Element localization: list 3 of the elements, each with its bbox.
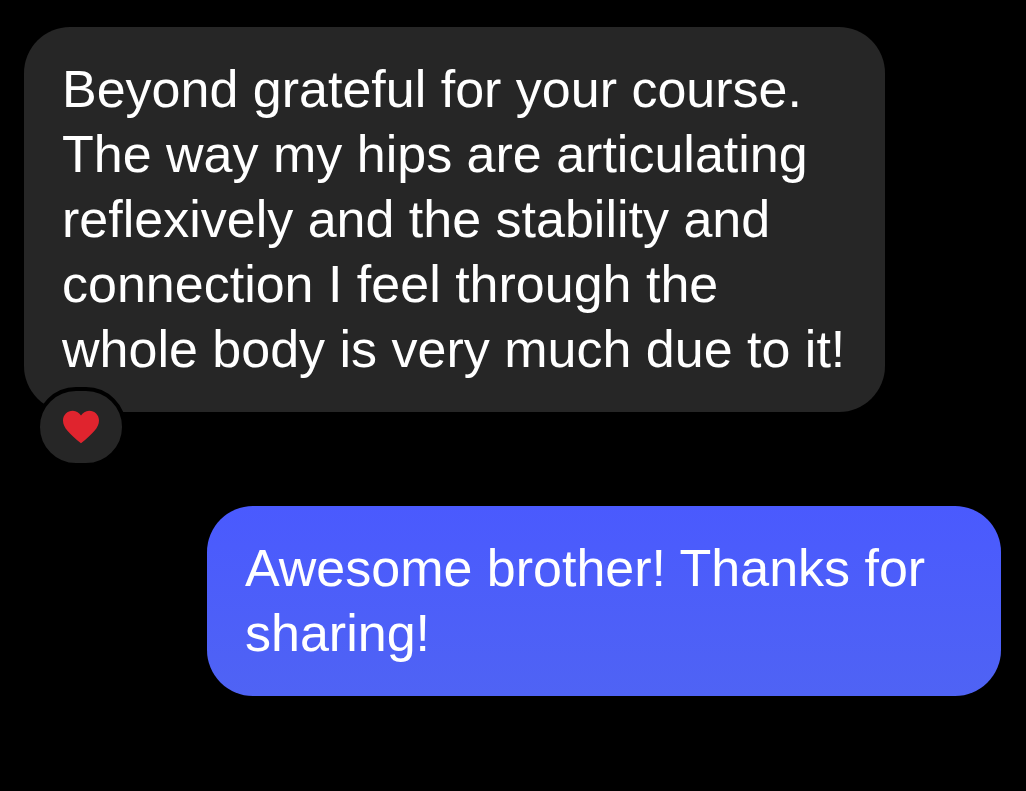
heart-icon (61, 409, 101, 445)
message-bubble: Beyond grateful for your course. The way my hips are articulating reflexively and the stability and connection I feel through the whole body is very much due to it! (24, 27, 885, 412)
message-bubble: Awesome brother! Thanks for sharing! (207, 506, 1001, 696)
